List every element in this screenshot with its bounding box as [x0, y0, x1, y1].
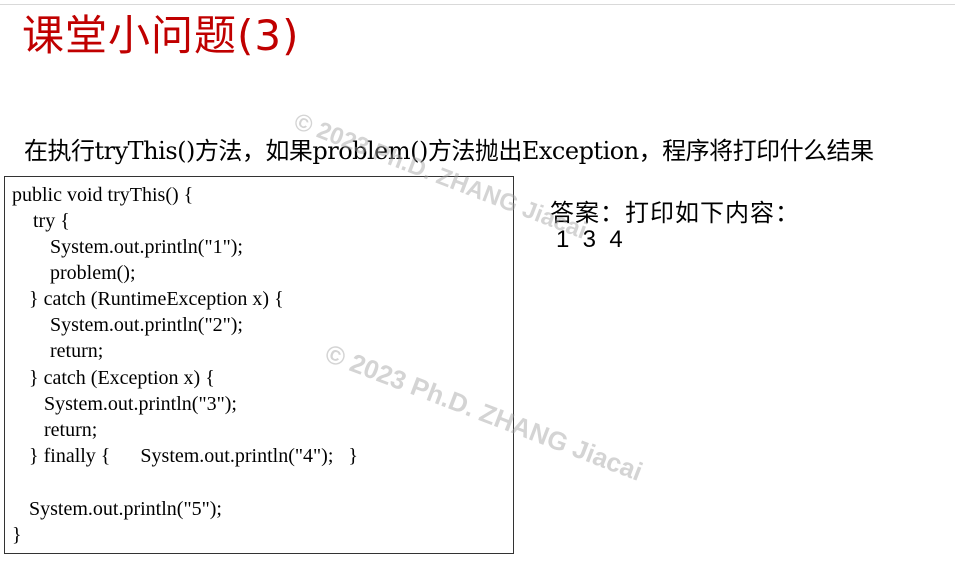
code-line: problem(); [50, 262, 136, 284]
code-line: return; [50, 340, 104, 362]
code-line: System.out.println("5"); [29, 498, 222, 520]
code-line: System.out.println("2"); [50, 314, 243, 336]
code-line: System.out.println("3"); [44, 393, 237, 415]
code-line: return; [44, 419, 98, 441]
code-line: public void tryThis() { [12, 184, 194, 206]
code-line: try { [33, 210, 70, 232]
code-line: } catch (Exception x) { [29, 367, 215, 389]
code-line: } catch (RuntimeException x) { [29, 288, 284, 310]
slide-title: 课堂小问题(3) [22, 11, 300, 60]
code-line: } finally { System.out.println("4"); } [29, 445, 358, 467]
code-line: System.out.println("1"); [50, 236, 243, 258]
code-line: } [12, 524, 22, 546]
question-text: 在执行tryThis()方法，如果problem()方法抛出Exception，… [24, 137, 874, 165]
